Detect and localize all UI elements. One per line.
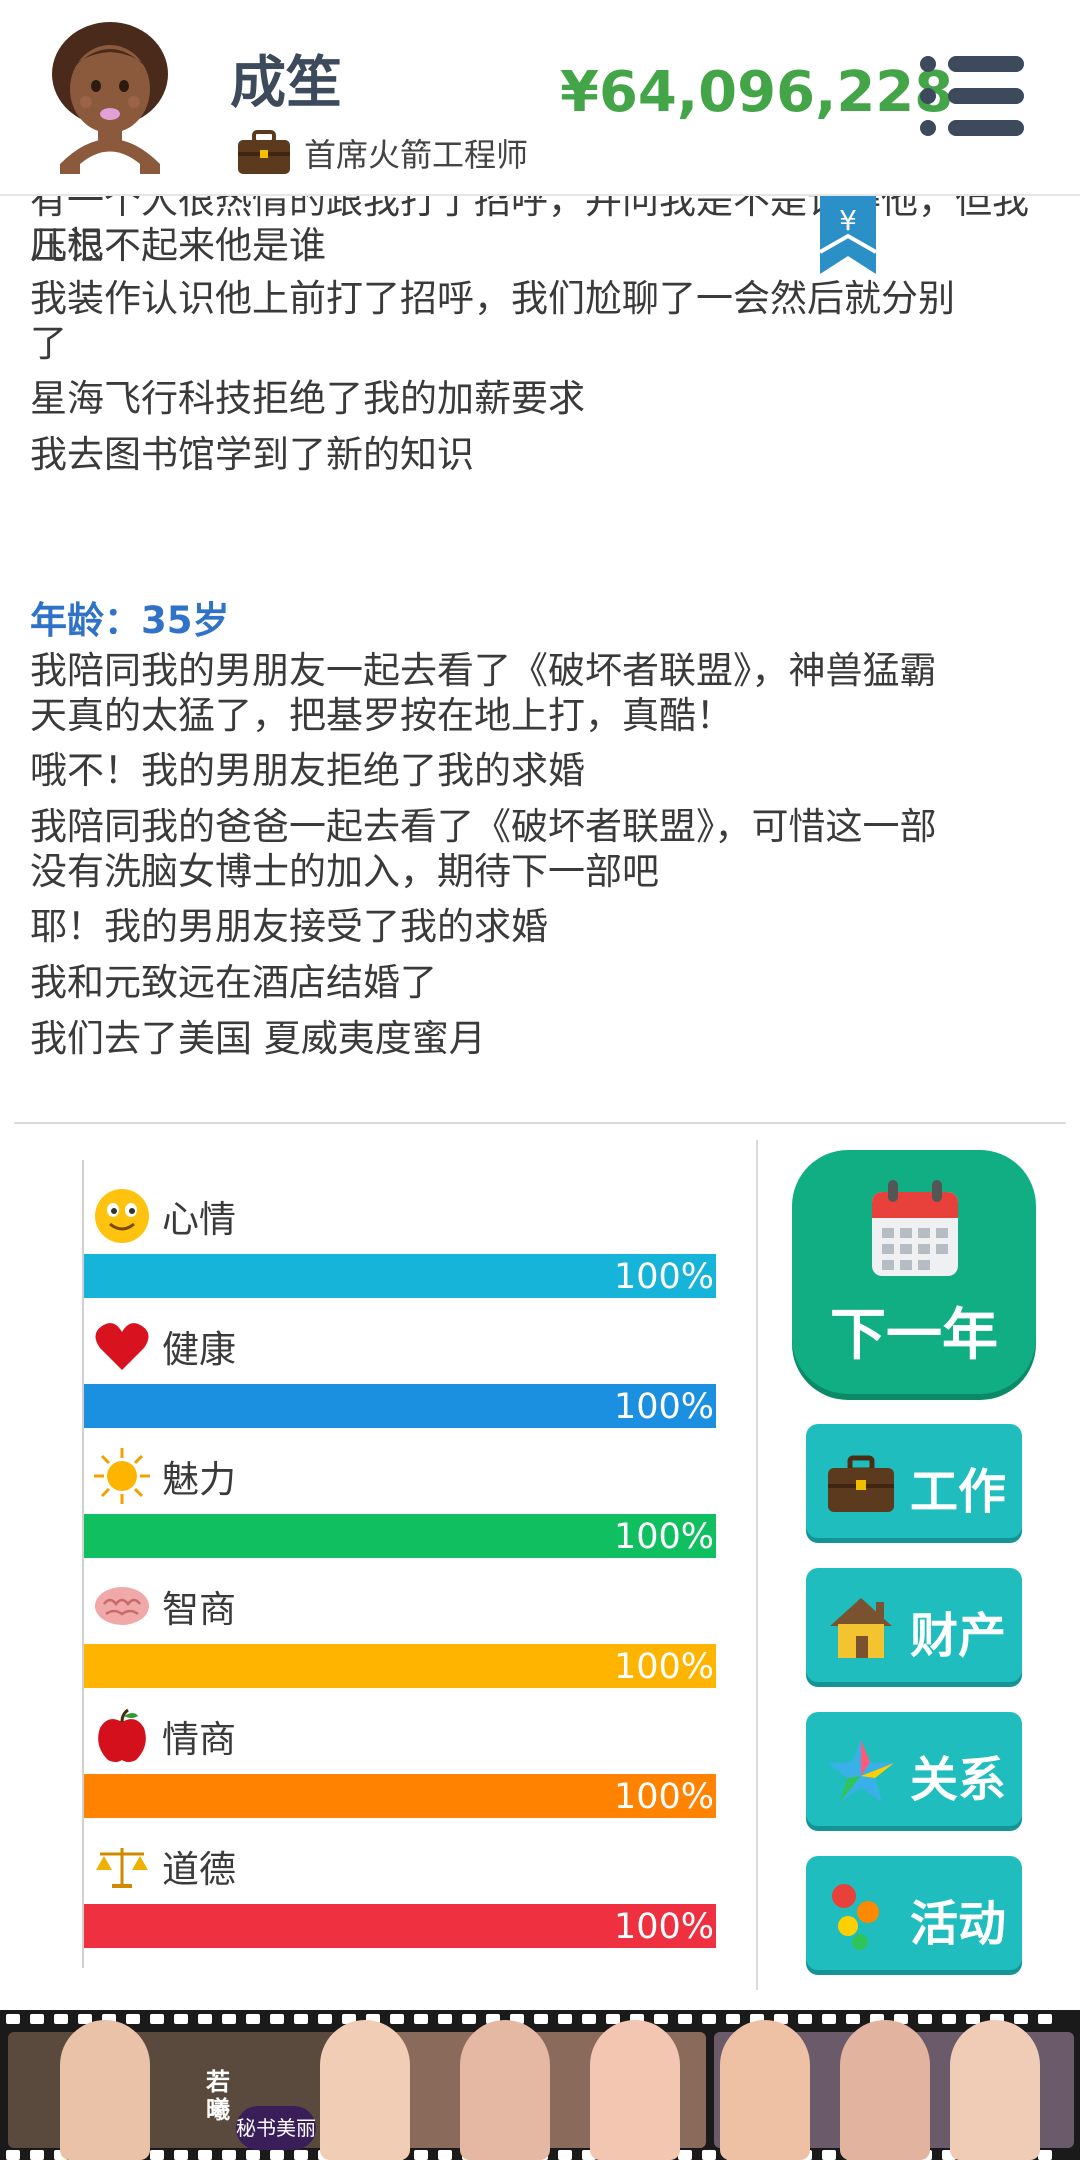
- job-title: 首席火箭工程师: [304, 136, 529, 174]
- money-balance: ¥64,096,228: [560, 60, 954, 125]
- brain-icon: [95, 1587, 149, 1625]
- age-heading: 年龄：35岁: [30, 599, 230, 642]
- log-line: 哦不！我的男朋友拒绝了我的求婚: [30, 749, 585, 792]
- event-log[interactable]: 有一个人很热情的跟我打了招呼，并问我是不是记得他，但我压根 儿记不起来他是谁 我…: [0, 196, 1080, 1116]
- log-line: 我们去了美国 夏威夷度蜜月: [30, 1017, 486, 1060]
- svg-text:¥: ¥: [839, 204, 857, 237]
- briefcase-icon: [238, 130, 290, 174]
- log-line: 我陪同我的爸爸一起去看了《破坏者联盟》，可惜这一部: [30, 805, 937, 848]
- log-line: 我和元致远在酒店结婚了: [30, 961, 437, 1004]
- sun-icon: [94, 1448, 150, 1504]
- log-line: 我陪同我的男朋友一起去看了《破坏者联盟》，神兽猛霸: [30, 649, 937, 692]
- work-button[interactable]: 工作: [806, 1424, 1022, 1538]
- banner-character: [590, 2020, 680, 2160]
- stat-label: 健康: [162, 1328, 236, 1371]
- stat-value: 100%: [613, 1387, 714, 1427]
- film-holes-top: [0, 2014, 1080, 2028]
- activities-label: 活动: [910, 1896, 1007, 1952]
- player-name: 成笙: [230, 51, 342, 116]
- smiley-icon: [95, 1189, 149, 1243]
- top-header: 成笙 首席火箭工程师 ¥64,096,228: [0, 0, 1080, 196]
- vertical-divider: [756, 1140, 758, 1990]
- log-line: 星海飞行科技拒绝了我的加薪要求: [30, 377, 585, 420]
- banner-character: [320, 2020, 410, 2160]
- banner-text: 若曦: [206, 2068, 230, 2124]
- log-line: 天真的太猛了，把基罗按在地上打，真酷！: [30, 694, 733, 737]
- dots-icon: [832, 1884, 879, 1950]
- stat-label: 情商: [162, 1718, 236, 1761]
- stat-label: 魅力: [162, 1458, 236, 1501]
- banner-character: [460, 2020, 550, 2160]
- apple-icon: [98, 1708, 146, 1762]
- banner-character: [60, 2020, 150, 2160]
- briefcase-icon: [828, 1455, 894, 1512]
- property-label: 财产: [910, 1608, 1007, 1664]
- avatar[interactable]: [40, 14, 180, 174]
- job-info: 首席火箭工程师: [236, 130, 528, 176]
- next-year-button[interactable]: 下一年: [792, 1150, 1036, 1394]
- relations-button[interactable]: 关系: [806, 1712, 1022, 1826]
- bookmark-icon[interactable]: ¥: [820, 196, 876, 274]
- scales-icon: [96, 1848, 148, 1888]
- stat-label: 心情: [162, 1198, 236, 1241]
- stat-value: 100%: [613, 1777, 714, 1817]
- next-year-label: 下一年: [830, 1303, 998, 1368]
- star-icon: [828, 1740, 894, 1802]
- activities-button[interactable]: 活动: [806, 1856, 1022, 1970]
- stat-value: 100%: [613, 1907, 714, 1947]
- section-divider: [14, 1122, 1066, 1124]
- log-line: 了: [30, 322, 67, 365]
- menu-icon[interactable]: [920, 56, 1024, 136]
- log-line: 没有洗脑女博士的加入，期待下一部吧: [30, 850, 659, 893]
- relations-label: 关系: [910, 1752, 1007, 1808]
- stat-label: 智商: [162, 1588, 236, 1631]
- house-icon: [830, 1598, 892, 1658]
- log-line: 我装作认识他上前打了招呼，我们尬聊了一会然后就分别: [30, 277, 955, 320]
- banner-character: [950, 2020, 1040, 2160]
- log-line: 耶！我的男朋友接受了我的求婚: [30, 905, 548, 948]
- work-label: 工作: [910, 1464, 1007, 1520]
- stat-value: 100%: [613, 1647, 714, 1687]
- property-button[interactable]: 财产: [806, 1568, 1022, 1682]
- log-line: 儿记不起来他是谁: [30, 224, 326, 267]
- heart-icon: [95, 1323, 149, 1370]
- log-line: 我去图书馆学到了新的知识: [30, 433, 474, 476]
- stat-value: 100%: [613, 1517, 714, 1557]
- stat-value: 100%: [613, 1257, 714, 1297]
- ad-banner[interactable]: 若曦 秘书美丽: [0, 2010, 1080, 2160]
- stat-label: 道德: [162, 1848, 236, 1891]
- banner-character: [720, 2020, 810, 2160]
- calendar-icon: [872, 1180, 958, 1276]
- banner-logo: 秘书美丽: [236, 2106, 316, 2150]
- banner-character: [840, 2020, 930, 2160]
